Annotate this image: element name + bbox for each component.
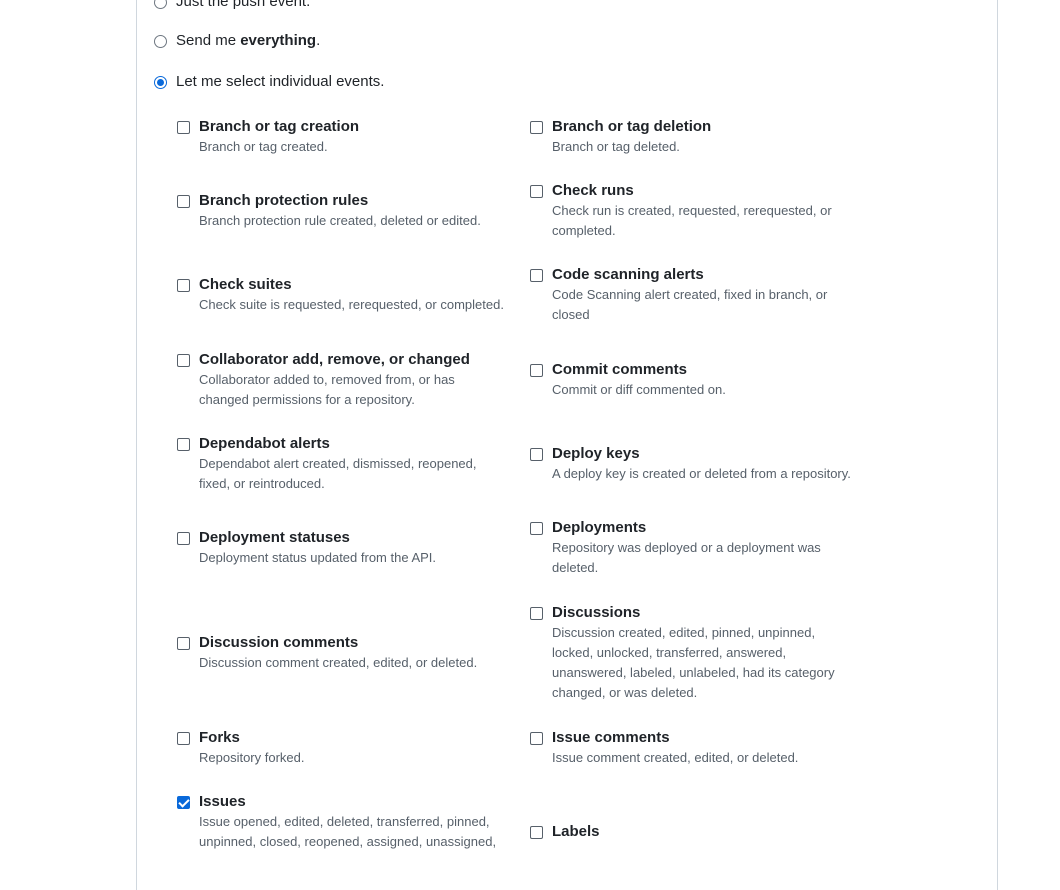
event-title: Labels — [552, 823, 600, 840]
event-commit-comments[interactable]: Commit comments Commit or diff commented… — [530, 360, 860, 400]
checkbox[interactable] — [177, 731, 190, 745]
event-title: Branch protection rules — [199, 192, 369, 209]
radio-just-push-label: Just the push event. — [176, 0, 311, 10]
event-title: Discussions — [552, 604, 641, 621]
event-branch-tag-deletion[interactable]: Branch or tag deletion Branch or tag del… — [530, 117, 860, 157]
checkbox[interactable] — [177, 194, 190, 208]
event-description: Dependabot alert created, dismissed, reo… — [199, 456, 477, 491]
checkbox[interactable] — [177, 278, 190, 292]
checkbox[interactable] — [177, 795, 190, 809]
radio-select-individual[interactable]: Let me select individual events. — [154, 72, 384, 92]
event-code-scanning-alerts[interactable]: Code scanning alerts Code Scanning alert… — [530, 265, 860, 325]
event-description: Branch or tag created. — [199, 139, 328, 154]
event-branch-protection-rules[interactable]: Branch protection rules Branch protectio… — [177, 191, 507, 231]
event-title: Forks — [199, 729, 240, 746]
event-description: Code Scanning alert created, fixed in br… — [552, 287, 828, 322]
event-check-suites[interactable]: Check suites Check suite is requested, r… — [177, 275, 507, 315]
event-title: Deployment statuses — [199, 529, 350, 546]
event-description: Repository forked. — [199, 750, 305, 765]
event-description: Branch or tag deleted. — [552, 139, 680, 154]
event-labels[interactable]: Labels — [530, 822, 860, 842]
event-description: Check run is created, requested, rereque… — [552, 203, 832, 238]
radio-just-push-button[interactable] — [154, 0, 167, 9]
checkbox[interactable] — [530, 606, 543, 620]
event-title: Dependabot alerts — [199, 435, 330, 452]
radio-send-everything-button[interactable] — [154, 34, 167, 48]
event-branch-tag-creation[interactable]: Branch or tag creation Branch or tag cre… — [177, 117, 507, 157]
radio-just-push[interactable]: Just the push event. — [154, 0, 310, 12]
checkbox[interactable] — [530, 184, 543, 198]
checkbox[interactable] — [177, 437, 190, 451]
checkbox[interactable] — [530, 447, 543, 461]
event-deployment-statuses[interactable]: Deployment statuses Deployment status up… — [177, 528, 507, 568]
event-discussions[interactable]: Discussions Discussion created, edited, … — [530, 603, 860, 703]
event-title: Issues — [199, 793, 246, 810]
event-description: Deployment status updated from the API. — [199, 550, 437, 565]
event-description: A deploy key is created or deleted from … — [552, 466, 851, 481]
event-title: Code scanning alerts — [552, 266, 704, 283]
checkbox[interactable] — [530, 731, 543, 745]
checkbox[interactable] — [530, 521, 543, 535]
event-title: Issue comments — [552, 729, 670, 746]
checkbox[interactable] — [530, 268, 543, 282]
radio-select-individual-label: Let me select individual events. — [176, 73, 385, 90]
event-issue-comments[interactable]: Issue comments Issue comment created, ed… — [530, 728, 860, 768]
event-description: Branch protection rule created, deleted … — [199, 213, 481, 228]
radio-select-individual-button[interactable] — [154, 75, 167, 89]
event-deploy-keys[interactable]: Deploy keys A deploy key is created or d… — [530, 444, 860, 484]
radio-send-everything-label: Send me everything. — [176, 32, 321, 49]
event-description: Commit or diff commented on. — [552, 382, 726, 397]
event-discussion-comments[interactable]: Discussion comments Discussion comment c… — [177, 633, 507, 673]
radio-send-everything[interactable]: Send me everything. — [154, 31, 320, 51]
event-dependabot-alerts[interactable]: Dependabot alerts Dependabot alert creat… — [177, 434, 507, 494]
checkbox[interactable] — [177, 353, 190, 367]
event-title: Check runs — [552, 182, 634, 199]
event-description: Discussion comment created, edited, or d… — [199, 655, 478, 670]
event-title: Branch or tag deletion — [552, 118, 712, 135]
event-deployments[interactable]: Deployments Repository was deployed or a… — [530, 518, 860, 578]
event-title: Branch or tag creation — [199, 118, 360, 135]
event-title: Deployments — [552, 519, 647, 536]
event-title: Collaborator add, remove, or changed — [199, 351, 470, 368]
event-description: Discussion created, edited, pinned, unpi… — [552, 625, 835, 700]
event-description: Issue comment created, edited, or delete… — [552, 750, 799, 765]
event-description: Repository was deployed or a deployment … — [552, 540, 821, 575]
event-description: Issue opened, edited, deleted, transferr… — [199, 814, 497, 849]
checkbox[interactable] — [177, 120, 190, 134]
event-title: Discussion comments — [199, 634, 359, 651]
event-title: Commit comments — [552, 361, 688, 378]
event-check-runs[interactable]: Check runs Check run is created, request… — [530, 181, 860, 241]
checkbox[interactable] — [530, 363, 543, 377]
checkbox[interactable] — [177, 531, 190, 545]
event-description: Collaborator added to, removed from, or … — [199, 372, 455, 407]
checkbox[interactable] — [177, 636, 190, 650]
event-collaborator[interactable]: Collaborator add, remove, or changed Col… — [177, 350, 507, 410]
event-title: Check suites — [199, 276, 292, 293]
checkbox[interactable] — [530, 825, 543, 839]
event-description: Check suite is requested, rerequested, o… — [199, 297, 504, 312]
event-title: Deploy keys — [552, 445, 640, 462]
event-forks[interactable]: Forks Repository forked. — [177, 728, 507, 768]
checkbox[interactable] — [530, 120, 543, 134]
event-issues[interactable]: Issues Issue opened, edited, deleted, tr… — [177, 792, 507, 852]
